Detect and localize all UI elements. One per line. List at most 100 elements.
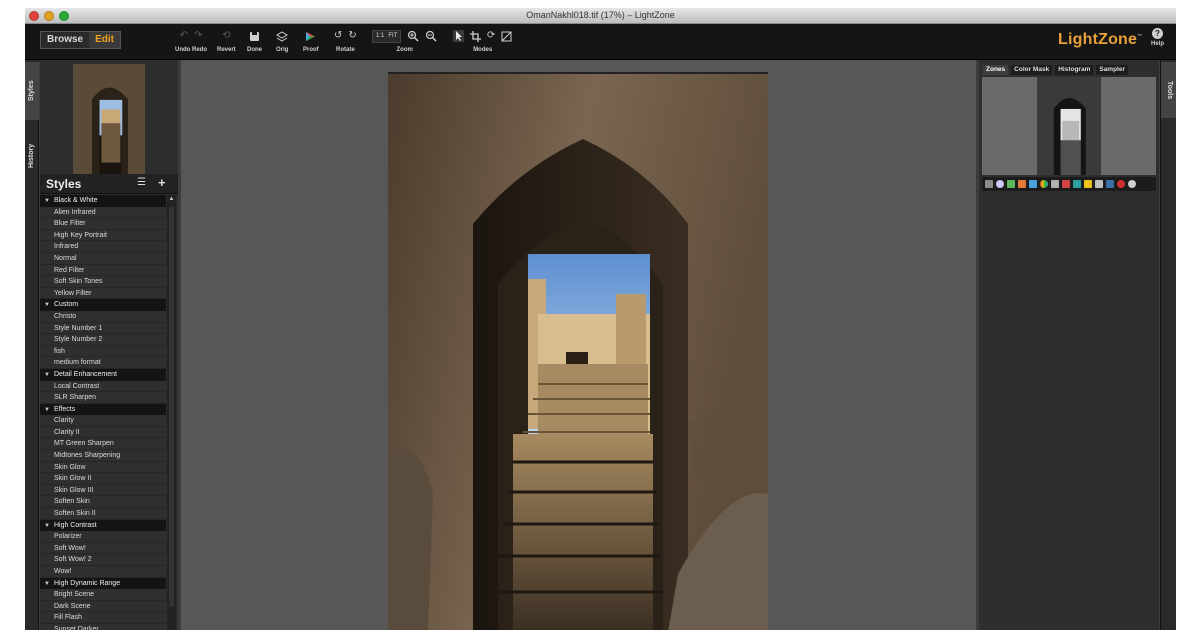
scrollbar-thumb[interactable] <box>169 207 174 607</box>
style-category[interactable]: ▼ Detail Enhancement <box>40 368 166 381</box>
filter-icon[interactable] <box>1018 180 1026 188</box>
style-category[interactable]: ▼ High Dynamic Range <box>40 577 166 590</box>
style-item[interactable]: Soften Skin <box>40 496 166 509</box>
style-item[interactable]: Clarity <box>40 415 166 427</box>
style-category[interactable]: ▼ High Contrast <box>40 519 166 532</box>
style-item[interactable]: Skin Glow II <box>40 473 166 485</box>
redo-icon[interactable]: ↷ <box>194 30 202 42</box>
noise-reduction-icon[interactable] <box>1084 180 1092 188</box>
style-category-label: High Dynamic Range <box>53 579 121 587</box>
tab-tools[interactable]: Tools <box>1161 62 1176 118</box>
tab-color-mask[interactable]: Color Mask <box>1011 65 1053 75</box>
rotate-right-icon[interactable]: ↻ <box>348 30 356 42</box>
color-balance-icon[interactable] <box>1029 180 1037 188</box>
hide-region-icon[interactable] <box>1117 180 1125 188</box>
disclosure-triangle-icon[interactable]: ▼ <box>44 523 50 529</box>
style-item[interactable]: Midtones Sharpening <box>40 450 166 462</box>
style-item[interactable]: Skin Glow III <box>40 484 166 497</box>
zoom-in-icon[interactable] <box>407 30 419 42</box>
rotate-left-icon[interactable]: ↺ <box>334 30 342 42</box>
photo-preview[interactable] <box>388 72 768 630</box>
style-item[interactable]: High Key Portrait <box>40 229 166 242</box>
add-style-icon[interactable]: + <box>158 175 166 190</box>
style-item[interactable]: fish <box>40 345 166 358</box>
disclosure-triangle-icon[interactable]: ▼ <box>44 198 50 204</box>
style-item[interactable]: Polarizer <box>40 531 166 543</box>
style-item[interactable]: Soften Skin II <box>40 508 166 520</box>
undo-icon[interactable]: ↶ <box>180 30 188 42</box>
style-item[interactable]: Infrared <box>40 241 166 253</box>
title-bar: OmanNakhl018.tif (17%) – LightZone <box>25 8 1176 24</box>
style-item[interactable]: Bright Scene <box>40 589 166 601</box>
modes-group: ⟳ Modes <box>453 28 512 53</box>
tab-sampler[interactable]: Sampler <box>1096 65 1129 75</box>
orig-icon[interactable] <box>276 30 289 42</box>
tab-history[interactable]: History <box>25 126 39 186</box>
style-item[interactable]: Yellow Filter <box>40 287 166 300</box>
style-item[interactable]: Christo <box>40 310 166 323</box>
style-item[interactable]: SLR Sharpen <box>40 392 166 404</box>
style-item[interactable]: MT Green Sharpen <box>40 438 166 451</box>
navigator-thumbnail[interactable] <box>73 64 145 174</box>
white-balance-icon[interactable] <box>1051 180 1059 188</box>
disclosure-triangle-icon[interactable]: ▼ <box>44 302 50 308</box>
zone-mapper-icon[interactable] <box>985 180 993 188</box>
help-icon[interactable]: ? <box>1152 28 1163 39</box>
styles-scrollbar[interactable]: ▲ <box>167 195 176 630</box>
red-eye-icon[interactable] <box>1062 180 1070 188</box>
style-item[interactable]: Style Number 2 <box>40 334 166 346</box>
proof-icon[interactable] <box>305 31 316 42</box>
tab-zones[interactable]: Zones <box>983 65 1009 75</box>
style-item[interactable]: Blue Filter <box>40 218 166 230</box>
rotate-mode-icon[interactable]: ⟳ <box>487 30 495 42</box>
scroll-up-icon[interactable]: ▲ <box>167 195 176 204</box>
rotate-label: Rotate <box>336 47 355 53</box>
zone-image <box>1037 77 1101 175</box>
style-category[interactable]: ▼ Effects <box>40 403 166 416</box>
region-mode-icon[interactable] <box>501 31 512 42</box>
hue-saturation-icon[interactable] <box>1040 180 1048 188</box>
style-item[interactable]: Red Filter <box>40 264 166 277</box>
style-item[interactable]: Skin Glow <box>40 461 166 474</box>
crop-mode-icon[interactable] <box>470 30 481 42</box>
style-item[interactable]: Dark Scene <box>40 600 166 613</box>
zoom-fit-button[interactable]: FIT <box>388 33 397 39</box>
style-category[interactable]: ▼ Custom <box>40 299 166 311</box>
blur-icon[interactable] <box>1128 180 1136 188</box>
style-category-label: Black & White <box>53 197 98 204</box>
revert-icon[interactable]: ⟲ <box>222 30 230 42</box>
spot-icon[interactable] <box>1106 180 1114 188</box>
style-item[interactable]: Soft Wow! <box>40 542 166 555</box>
style-item[interactable]: Clarity II <box>40 426 166 439</box>
zone-preview[interactable] <box>982 77 1156 175</box>
arrow-mode-icon[interactable] <box>453 30 464 42</box>
clone-icon[interactable] <box>1095 180 1103 188</box>
browse-button[interactable]: Browse <box>41 32 90 48</box>
sharpen-icon[interactable] <box>1073 180 1081 188</box>
style-item[interactable]: Sunset Darker <box>40 623 166 630</box>
done-icon[interactable] <box>249 31 260 42</box>
disclosure-triangle-icon[interactable]: ▼ <box>44 407 50 413</box>
style-item[interactable]: Alien Infrared <box>40 206 166 219</box>
style-item[interactable]: Wow! <box>40 566 166 578</box>
style-item[interactable]: Local Contrast <box>40 380 166 393</box>
style-category[interactable]: ▼ Black & White <box>40 195 166 207</box>
style-category-label: Custom <box>53 301 79 309</box>
relight-icon[interactable] <box>1007 180 1015 188</box>
tone-curve-icon[interactable] <box>996 180 1004 188</box>
disclosure-triangle-icon[interactable]: ▼ <box>44 581 50 587</box>
style-item[interactable]: Soft Skin Tones <box>40 276 166 288</box>
disclosure-triangle-icon[interactable]: ▼ <box>44 372 50 378</box>
zoom-1to1-button[interactable]: 1:1 <box>376 33 384 39</box>
tab-histogram[interactable]: Histogram <box>1055 65 1094 75</box>
list-view-icon[interactable]: ☰ <box>137 177 146 188</box>
tab-styles[interactable]: Styles <box>25 62 39 120</box>
style-item[interactable]: Fill Flash <box>40 612 166 624</box>
image-canvas[interactable] <box>181 60 976 630</box>
style-item[interactable]: Normal <box>40 252 166 265</box>
style-item[interactable]: Soft Wow! 2 <box>40 554 166 566</box>
edit-button[interactable]: Edit <box>89 32 121 48</box>
style-item[interactable]: medium format <box>40 357 166 369</box>
style-item[interactable]: Style Number 1 <box>40 322 166 335</box>
zoom-out-icon[interactable] <box>425 30 437 42</box>
